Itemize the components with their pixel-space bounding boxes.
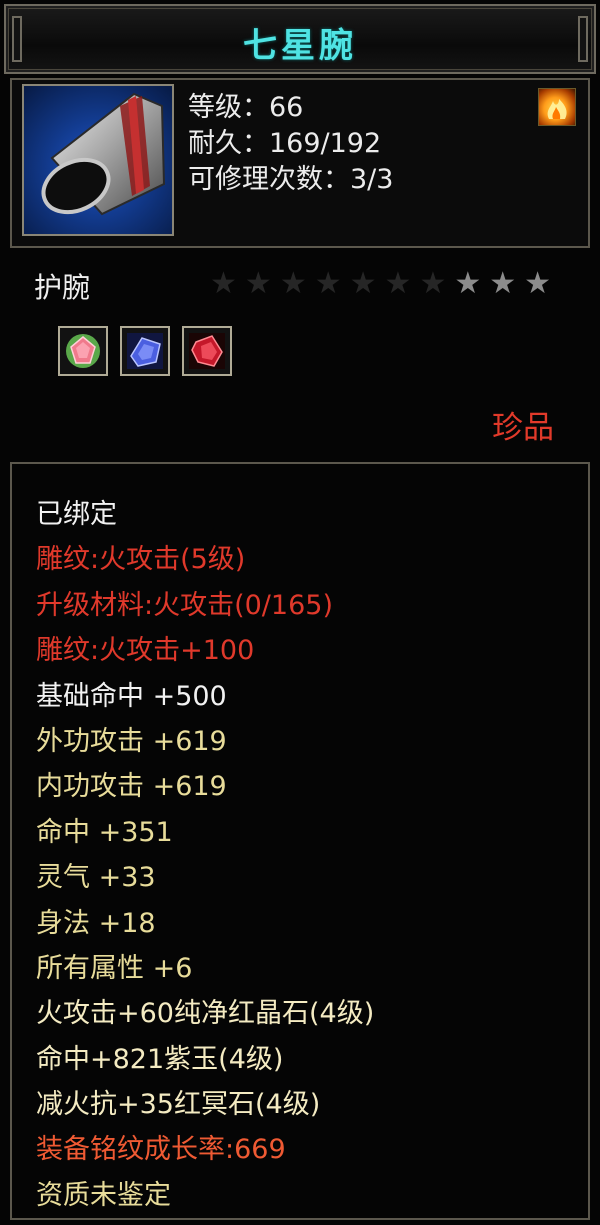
star-icon-empty: ★ [279,266,307,301]
socket-gems [58,326,232,376]
item-type: 护腕 [34,271,91,304]
stat-separator: ： [242,128,269,159]
star-icon-empty: ★ [384,266,412,301]
purple-gem-icon[interactable] [120,326,170,376]
item-tooltip: 七星腕 等级：66 耐久：169/192 可修理次数：3/3 护腕 ★ ★ ★ … [0,0,600,1225]
internal-attack-attribute: 内功攻击 +619 [36,771,227,803]
item-title: 七星腕 [243,26,357,66]
aptitude-status: 资质未鉴定 [36,1179,171,1211]
inscription-growth-rate: 装备铭纹成长率:669 [36,1134,286,1166]
star-icon-filled: ★ [454,266,482,301]
star-rating: ★ ★ ★ ★ ★ ★ ★ ★ ★ ★ [210,268,551,300]
durability-value: 169/192 [269,128,382,159]
bound-status: 已绑定 [36,499,117,530]
star-icon-empty: ★ [349,266,377,301]
rarity-label: 珍品 [492,410,554,446]
engraving-bonus: 雕纹:火攻击+100 [36,635,255,667]
gem-bonus-red-crystal: 火攻击+60纯净红晶石(4级) [36,998,375,1030]
level-label: 等级 [188,92,242,123]
bracer-icon [22,84,174,236]
repair-count-value: 3/3 [350,164,394,195]
flame-badge-icon [538,88,576,126]
attribute-panel: 已绑定 雕纹:火攻击(5级) 升级材料:火攻击(0/165) 雕纹:火攻击+10… [10,462,590,1220]
item-info-panel: 等级：66 耐久：169/192 可修理次数：3/3 [10,78,590,248]
level-stat: 等级：66 [188,90,393,126]
repair-count-label: 可修理次数 [188,164,323,195]
pink-gem-icon[interactable] [58,326,108,376]
gem-bonus-purple-jade: 命中+821紫玉(4级) [36,1043,284,1075]
star-icon-empty: ★ [244,266,272,301]
star-icon-filled: ★ [489,266,517,301]
upgrade-material: 升级材料:火攻击(0/165) [36,589,333,621]
title-bar: 七星腕 [4,4,596,74]
external-attack-attribute: 外功攻击 +619 [36,725,227,757]
engraving-level: 雕纹:火攻击(5级) [36,544,246,576]
hit-attribute: 命中 +351 [36,816,173,848]
item-stats: 等级：66 耐久：169/192 可修理次数：3/3 [188,90,393,198]
all-attributes: 所有属性 +6 [36,952,193,984]
agility-attribute: 身法 +18 [36,907,156,939]
level-value: 66 [269,92,304,123]
stat-separator: ： [323,164,350,195]
spirit-attribute: 灵气 +33 [36,862,156,894]
attribute-list: 已绑定 雕纹:火攻击(5级) 升级材料:火攻击(0/165) 雕纹:火攻击+10… [36,492,374,1218]
stat-separator: ： [242,92,269,123]
red-gem-icon[interactable] [182,326,232,376]
star-icon-empty: ★ [314,266,342,301]
star-icon-filled: ★ [524,266,552,301]
gem-bonus-red-stone: 减火抗+35红冥石(4级) [36,1089,321,1121]
durability-label: 耐久 [188,128,242,159]
repair-count-stat: 可修理次数：3/3 [188,162,393,198]
durability-stat: 耐久：169/192 [188,126,393,162]
star-icon-empty: ★ [210,266,237,301]
star-icon-empty: ★ [419,266,447,301]
base-hit-attribute: 基础命中 +500 [36,680,227,712]
